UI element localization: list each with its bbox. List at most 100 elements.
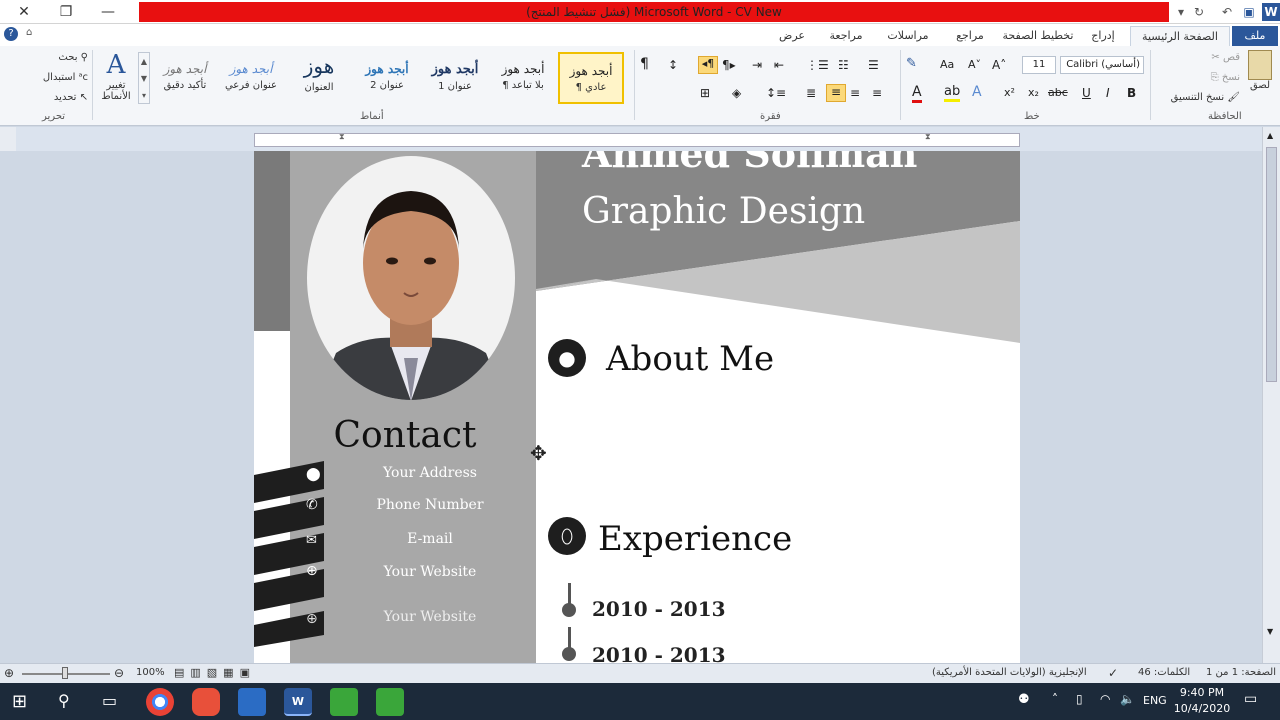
style-heading-1[interactable]: أبجد هوز عنوان 1 <box>422 52 488 104</box>
cut-button[interactable]: ✂ قص <box>1196 52 1240 63</box>
select-button[interactable]: تحديد ↖ <box>30 92 88 103</box>
tab-insert[interactable]: إدراج <box>1080 26 1126 46</box>
zoom-slider-thumb[interactable] <box>62 667 68 679</box>
align-left-icon[interactable]: ≡ <box>826 84 846 102</box>
sort-icon[interactable]: ↕ <box>668 58 678 72</box>
app-icon[interactable] <box>192 688 220 716</box>
superscript-icon[interactable]: x² <box>1004 86 1015 99</box>
language-status[interactable]: الإنجليزية (الولايات المتحدة الأمريكية) <box>932 667 1087 678</box>
style-subtitle[interactable]: أبجد هوز عنوان فرعي <box>218 52 284 104</box>
font-name-select[interactable]: Calibri (أساسي) <box>1060 56 1144 74</box>
undo-icon[interactable]: ↶ <box>1218 3 1236 21</box>
scroll-down-icon[interactable]: ▼ <box>1267 627 1273 636</box>
chrome-icon[interactable] <box>146 688 174 716</box>
volume-icon[interactable]: 🔈 <box>1120 692 1135 706</box>
font-size-select[interactable]: 11 <box>1022 56 1056 74</box>
clock-time[interactable]: 9:40 PM <box>1172 686 1232 699</box>
tab-file[interactable]: ملف <box>1232 26 1278 46</box>
app-icon[interactable] <box>238 688 266 716</box>
wifi-icon[interactable]: ◠ <box>1100 692 1110 706</box>
borders-icon[interactable]: ⊞ <box>700 86 710 100</box>
increase-indent-icon[interactable]: ⇥ <box>752 58 762 72</box>
minimize-icon[interactable]: — <box>88 0 128 24</box>
restore-icon[interactable]: ❐ <box>46 0 86 24</box>
ltr-icon[interactable]: ¶▸ <box>722 58 736 72</box>
shading-icon[interactable]: ◈ <box>732 86 741 100</box>
camtasia-icon[interactable] <box>330 688 358 716</box>
tab-view[interactable]: عرض <box>770 26 814 46</box>
qat-dropdown-icon[interactable]: ▾ <box>1172 3 1190 21</box>
zoom-in-icon[interactable]: ⊕ <box>4 666 14 680</box>
style-no-spacing[interactable]: أبجد هوز ¶ بلا تباعد <box>490 52 556 104</box>
bullets-icon[interactable]: ☰ <box>868 58 879 72</box>
zoom-out-icon[interactable]: ⊖ <box>114 666 124 680</box>
numbering-icon[interactable]: ☷ <box>838 58 849 72</box>
style-title[interactable]: هوز العنوان <box>286 52 352 104</box>
word-count[interactable]: الكلمات: 46 <box>1138 667 1190 678</box>
tab-page-layout[interactable]: تخطيط الصفحة <box>1000 26 1076 46</box>
tab-mailings[interactable]: مراسلات <box>878 26 938 46</box>
proofing-icon[interactable]: ✓ <box>1108 666 1118 680</box>
help-icon[interactable]: ? <box>4 27 18 41</box>
close-icon[interactable]: ✕ <box>4 0 44 24</box>
grow-font-icon[interactable]: A˄ <box>992 58 1006 72</box>
tab-references[interactable]: مراجع <box>945 26 995 46</box>
paste-button[interactable]: لصق <box>1244 50 1276 91</box>
globe-icon: ⊕ <box>306 611 318 627</box>
indent-marker-icon[interactable]: ⧗ <box>925 132 931 142</box>
highlight-icon[interactable]: ab <box>944 84 961 102</box>
align-right-icon[interactable]: ≡ <box>872 86 882 100</box>
show-marks-icon[interactable]: ¶ <box>640 56 649 72</box>
horizontal-ruler[interactable]: ⧗ ⧗ <box>254 132 1020 147</box>
save-icon[interactable]: ▣ <box>1240 3 1258 21</box>
shrink-font-icon[interactable]: A˅ <box>968 58 981 71</box>
repeat-icon[interactable]: ↻ <box>1190 3 1208 21</box>
bold-button[interactable]: B <box>1127 86 1136 100</box>
subscript-icon[interactable]: x₂ <box>1028 86 1039 99</box>
tab-home[interactable]: الصفحة الرئيسية <box>1130 26 1230 46</box>
font-color-icon[interactable]: A <box>912 84 922 103</box>
style-normal[interactable]: أبجد هوز ¶ عادي <box>558 52 624 104</box>
clipboard-group-label: الحافظة <box>1208 111 1242 122</box>
zoom-level[interactable]: 100% <box>136 667 165 678</box>
multilevel-list-icon[interactable]: ⋮☰ <box>806 58 829 72</box>
people-icon[interactable]: ⚉ <box>1018 692 1030 707</box>
task-view-icon[interactable]: ▭ <box>102 691 117 710</box>
style-subtle-emphasis[interactable]: أبجد هوز تأكيد دقيق <box>152 52 218 104</box>
change-styles-button[interactable]: A تغيير الأنماط <box>96 50 136 102</box>
network-icon[interactable]: ▯ <box>1076 692 1083 706</box>
line-spacing-icon[interactable]: ↕≡ <box>766 86 786 100</box>
notification-icon[interactable]: ▭ <box>1244 691 1257 707</box>
view-buttons[interactable]: ▤▥▧▦▣ <box>174 666 256 679</box>
clear-formatting-icon[interactable]: ✎ <box>906 56 917 71</box>
align-center-icon[interactable]: ≡ <box>850 86 860 100</box>
change-case-icon[interactable]: Aa <box>940 58 954 71</box>
justify-icon[interactable]: ≣ <box>806 86 816 100</box>
text-effects-icon[interactable]: A <box>972 84 982 100</box>
collapse-ribbon-icon[interactable]: ⌂ <box>26 27 32 38</box>
rtl-icon[interactable]: ◂¶ <box>698 56 718 74</box>
style-heading-2[interactable]: أبجد هوز عنوان 2 <box>354 52 420 104</box>
word-taskbar-icon[interactable]: W <box>284 688 312 716</box>
page-number[interactable]: الصفحة: 1 من 1 <box>1206 667 1276 678</box>
search-icon[interactable]: ⚲ <box>58 691 70 710</box>
copy-button[interactable]: ⎘ نسخ <box>1196 72 1240 83</box>
clock-date[interactable]: 10/4/2020 <box>1172 702 1232 715</box>
scroll-up-icon[interactable]: ▲ <box>1267 131 1273 140</box>
underline-button[interactable]: U <box>1082 86 1091 100</box>
italic-button[interactable]: I <box>1106 86 1110 100</box>
find-button[interactable]: بحث ⚲ <box>30 52 88 63</box>
strikethrough-icon[interactable]: abc <box>1048 86 1068 99</box>
tab-review[interactable]: مراجعة <box>818 26 874 46</box>
chevron-up-icon[interactable]: ˄ <box>1052 692 1058 706</box>
camtasia-icon[interactable] <box>376 688 404 716</box>
decrease-indent-icon[interactable]: ⇤ <box>774 58 784 72</box>
scroll-thumb[interactable] <box>1266 147 1277 382</box>
windows-start-icon[interactable]: ⊞ <box>12 691 27 712</box>
input-language[interactable]: ENG <box>1143 694 1167 707</box>
indent-marker-icon[interactable]: ⧗ <box>339 132 345 142</box>
format-painter-button[interactable]: نسخ التنسيق 🖌 <box>1156 92 1240 103</box>
vertical-scrollbar[interactable]: ▲ ▼ <box>1262 127 1280 663</box>
replace-button[interactable]: استبدال ᵃc <box>20 72 88 83</box>
styles-scroll-icon[interactable]: ▲ ▼ ▾ <box>138 52 150 104</box>
